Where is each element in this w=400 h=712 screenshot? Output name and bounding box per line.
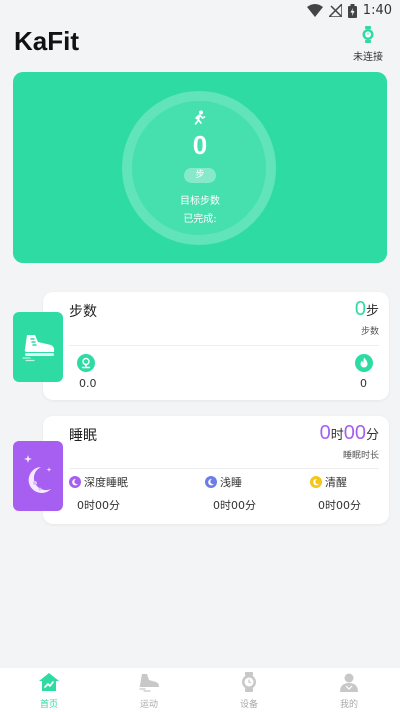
- calorie-value: 0: [360, 377, 367, 390]
- deep-sleep-label: 深度睡眠: [84, 476, 128, 489]
- light-sleep-moon-icon: [205, 476, 217, 488]
- light-sleep-value: 0时00分: [213, 499, 256, 512]
- person-icon: [340, 673, 358, 692]
- device-status-label: 未连接: [353, 52, 383, 63]
- tab-mine[interactable]: 我的: [319, 672, 379, 710]
- deep-sleep-moon-icon: [69, 476, 81, 488]
- tab-device[interactable]: 设备: [219, 672, 279, 710]
- hero-step-unit: 步: [184, 168, 216, 183]
- device-connection-status[interactable]: 未连接: [348, 26, 388, 64]
- tab-mine-label: 我的: [339, 700, 358, 710]
- sleep-duration-value: 0时00分: [320, 422, 379, 445]
- awake-moon-icon: [310, 476, 322, 488]
- sleep-card-badge: [13, 441, 63, 511]
- sleep-hours-unit: 时: [330, 427, 344, 442]
- awake-value: 0时00分: [318, 499, 361, 512]
- wifi-icon: [306, 4, 323, 17]
- light-sleep-stat: 浅睡 0时00分: [205, 474, 256, 513]
- distance-value: 0.0: [79, 377, 97, 390]
- distance-icon: [77, 354, 95, 372]
- sleep-divider: [69, 468, 379, 469]
- steps-value-unit: 步: [365, 303, 379, 318]
- sleep-moon-stars-icon: [24, 455, 52, 493]
- steps-card-title: 步数: [69, 304, 97, 320]
- tab-sport-label: 运动: [139, 700, 158, 710]
- light-sleep-label: 浅睡: [220, 476, 242, 489]
- sleep-hours: 0: [319, 422, 331, 444]
- no-signal-icon: [328, 4, 342, 17]
- bottom-tab-bar: 首页 运动 设备 我的: [0, 668, 400, 712]
- tab-home-label: 首页: [39, 700, 58, 710]
- goal-steps-label: 目标步数: [180, 196, 220, 207]
- app-title: KaFit: [14, 26, 79, 56]
- home-chart-icon: [39, 673, 59, 691]
- calorie-flame-icon: [355, 354, 373, 372]
- watch-icon: [242, 672, 256, 692]
- steps-card-value: 0步: [355, 298, 379, 321]
- hero-step-count: 0: [192, 130, 208, 160]
- steps-card[interactable]: 步数 0步 步数 0.0 0: [43, 292, 389, 400]
- sleep-sub-label: 睡眠时长: [342, 451, 379, 461]
- sleep-card[interactable]: 睡眠 0时00分 睡眠时长 深度睡眠 0时00分 浅睡 0时00分 清醒 0时0…: [43, 416, 389, 524]
- battery-icon: [347, 3, 357, 18]
- status-icons: 1:40: [306, 3, 392, 18]
- status-time: 1:40: [362, 3, 392, 18]
- status-bar: 1:40: [0, 0, 400, 24]
- tab-sport[interactable]: 运动: [119, 672, 179, 710]
- steps-value: 0: [354, 298, 366, 320]
- steps-sub-label: 步数: [360, 327, 379, 337]
- sleep-minutes: 00: [343, 422, 366, 444]
- awake-label: 清醒: [325, 476, 347, 489]
- step-summary-panel[interactable]: 0 步 目标步数 已完成:: [13, 72, 387, 263]
- tab-home[interactable]: 首页: [19, 672, 79, 710]
- completed-label: 已完成:: [183, 214, 217, 225]
- deep-sleep-stat: 深度睡眠 0时00分: [69, 474, 128, 513]
- sneaker-icon: [22, 335, 55, 362]
- runner-icon: [194, 110, 206, 125]
- sleep-card-title: 睡眠: [69, 428, 97, 444]
- shoe-icon: [139, 674, 159, 692]
- steps-card-badge: [13, 312, 63, 382]
- deep-sleep-value: 0时00分: [77, 499, 120, 512]
- watch-icon: [362, 26, 374, 43]
- awake-stat: 清醒 0时00分: [310, 474, 361, 513]
- tab-device-label: 设备: [239, 700, 258, 710]
- sleep-minutes-unit: 分: [365, 427, 379, 442]
- steps-divider: [69, 345, 379, 346]
